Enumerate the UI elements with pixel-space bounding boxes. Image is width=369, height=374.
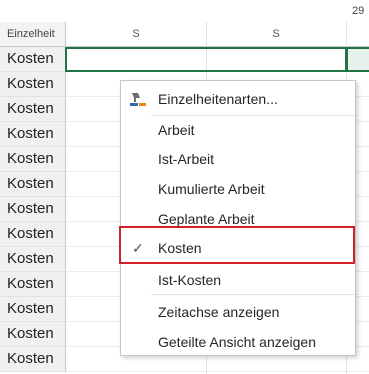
menu-item-ist-arbeit[interactable]: Ist-Arbeit — [121, 145, 355, 173]
row-label[interactable]: Kosten — [0, 297, 66, 322]
menu-item-label: Kumulierte Arbeit — [158, 181, 265, 197]
timescale-day-1: S — [132, 28, 140, 40]
selected-cell[interactable] — [65, 47, 347, 72]
row-label[interactable]: Kosten — [0, 347, 66, 372]
row-divider — [66, 371, 369, 372]
annotation-highlight-box — [119, 226, 355, 264]
menu-item-label: Einzelheitenarten... — [158, 91, 278, 107]
row-label[interactable]: Kosten — [0, 147, 66, 172]
details-column-header[interactable]: Einzelheit — [0, 22, 66, 46]
row-label[interactable]: Kosten — [0, 222, 66, 247]
paint-format-icon — [130, 93, 146, 106]
row-label[interactable]: Kosten — [0, 97, 66, 122]
row-label[interactable]: Kosten — [0, 122, 66, 147]
menu-separator — [151, 294, 355, 295]
timescale-top-tier: 29 — [0, 0, 369, 23]
row-label[interactable]: Kosten — [0, 172, 66, 197]
menu-item-show-timescale[interactable]: Zeitachse anzeigen — [121, 298, 355, 326]
row-label[interactable]: Kosten — [0, 272, 66, 297]
menu-item-label: Ist-Kosten — [158, 272, 222, 288]
menu-item-arbeit[interactable]: Arbeit — [121, 116, 355, 144]
timescale-day-2: S — [272, 28, 280, 40]
menu-item-kumulierte-arbeit[interactable]: Kumulierte Arbeit — [121, 175, 355, 203]
row-label[interactable]: Kosten — [0, 247, 66, 272]
selected-cell[interactable] — [346, 47, 369, 72]
menu-item-label: Arbeit — [158, 122, 195, 138]
timescale-date-number: 29 — [352, 5, 365, 17]
menu-item-ist-kosten[interactable]: Ist-Kosten — [121, 266, 355, 294]
menu-item-label: Geteilte Ansicht anzeigen — [158, 334, 316, 350]
menu-item-label: Ist-Arbeit — [158, 151, 215, 167]
row-label[interactable]: Kosten — [0, 322, 66, 347]
context-menu: Einzelheitenarten... Arbeit Ist-Arbeit K… — [120, 80, 356, 356]
menu-item-label: Zeitachse anzeigen — [158, 304, 280, 320]
timescale-bottom-tier: Einzelheit S S — [0, 22, 369, 47]
menu-item-details-styles[interactable]: Einzelheitenarten... — [121, 85, 355, 113]
menu-item-label: Geplante Arbeit — [158, 211, 255, 227]
row-label[interactable]: Kosten — [0, 197, 66, 222]
row-label[interactable]: Kosten — [0, 72, 66, 97]
row-label[interactable]: Kosten — [0, 47, 66, 72]
menu-item-show-split-view[interactable]: Geteilte Ansicht anzeigen — [121, 328, 355, 356]
